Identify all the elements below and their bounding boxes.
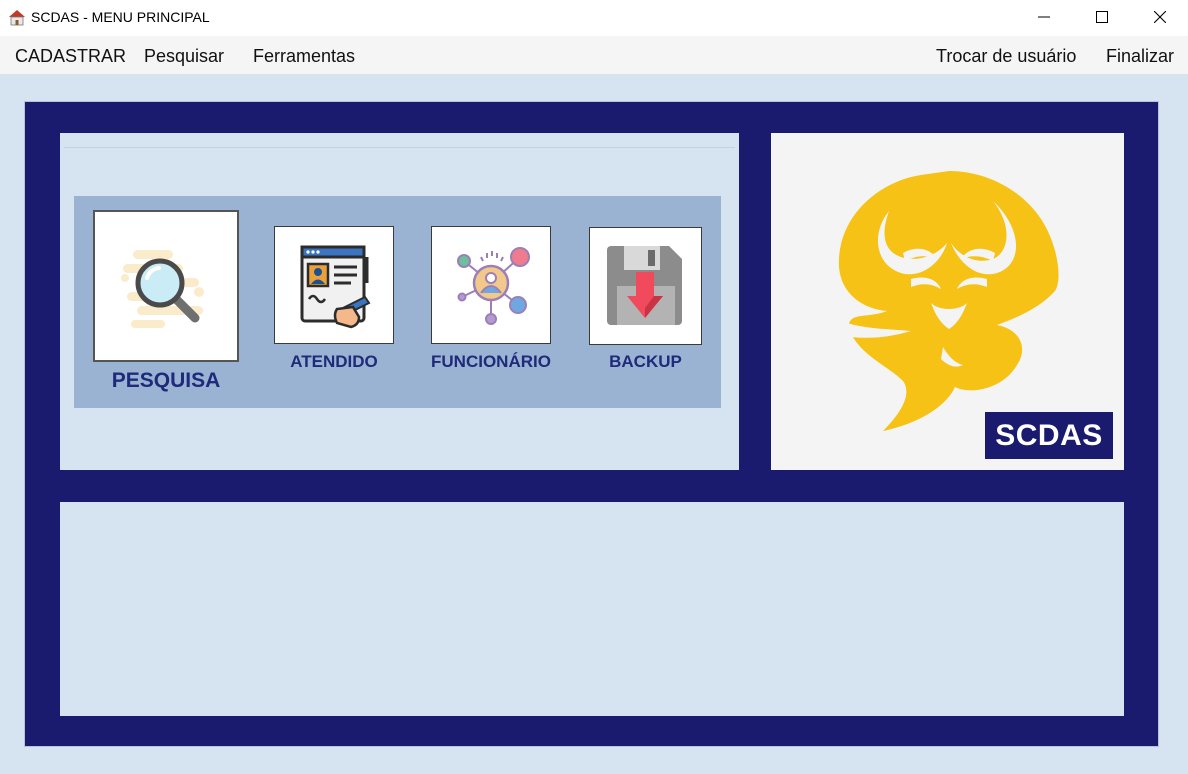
- brand-panel: SCDAS: [771, 133, 1124, 470]
- menu-bar: CADASTRAR Pesquisar Ferramentas Trocar d…: [0, 36, 1188, 74]
- funcionario-button[interactable]: [431, 226, 551, 344]
- pesquisa-label: PESQUISA: [111, 369, 221, 392]
- menu-pesquisar[interactable]: Pesquisar: [144, 46, 224, 66]
- minimize-icon: [1038, 16, 1050, 18]
- maximize-button[interactable]: [1073, 0, 1131, 34]
- close-button[interactable]: [1131, 0, 1188, 34]
- menu-trocar-usuario[interactable]: Trocar de usuário: [936, 46, 1076, 66]
- signing-form-icon: [300, 245, 371, 329]
- atendido-button[interactable]: [274, 226, 394, 344]
- title-bar: SCDAS - MENU PRINCIPAL: [0, 0, 1188, 36]
- minimize-button[interactable]: [1015, 0, 1073, 34]
- shortcut-strip: PESQUISA ATENDIDO FUNCIONÁRIO BACKUP: [74, 196, 721, 408]
- pesquisa-button[interactable]: [93, 210, 239, 362]
- maximize-icon: [1096, 11, 1108, 23]
- menu-cadastrar[interactable]: CADASTRAR: [15, 46, 126, 66]
- backup-label: BACKUP: [609, 352, 682, 371]
- atendido-label: ATENDIDO: [290, 352, 378, 371]
- menu-ferramentas[interactable]: Ferramentas: [253, 46, 355, 66]
- close-icon: [1154, 11, 1166, 23]
- magnifier-icon: [121, 250, 204, 328]
- content-area: [60, 502, 1124, 716]
- backup-button[interactable]: [589, 227, 702, 345]
- floppy-download-icon: [607, 246, 682, 325]
- window-title: SCDAS - MENU PRINCIPAL: [31, 9, 210, 25]
- main-frame: PESQUISA ATENDIDO FUNCIONÁRIO BACKUP SCD…: [24, 101, 1159, 747]
- shortcuts-panel: PESQUISA ATENDIDO FUNCIONÁRIO BACKUP: [60, 133, 739, 470]
- app-house-icon: [9, 10, 25, 26]
- menu-finalizar[interactable]: Finalizar: [1106, 46, 1174, 66]
- funcionario-label: FUNCIONÁRIO: [431, 352, 551, 371]
- network-user-icon: [457, 247, 530, 325]
- brand-name-badge: SCDAS: [985, 412, 1113, 459]
- panel-divider: [64, 147, 735, 148]
